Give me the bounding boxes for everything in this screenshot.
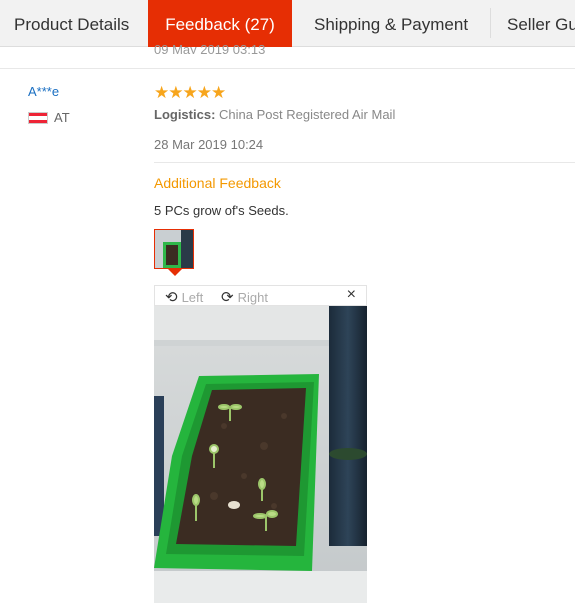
tab-seller-guarantees[interactable]: Seller Gu (507, 0, 575, 46)
feedback-date: 28 Mar 2019 10:24 (154, 137, 264, 152)
additional-feedback-title: Additional Feedback (154, 175, 281, 191)
rotate-right-icon: ⟳ (221, 289, 234, 306)
rotate-right-button[interactable]: ⟳ Right (221, 288, 268, 306)
tab-divider (490, 8, 491, 38)
feedback-photo (154, 306, 367, 603)
logistics-value: China Post Registered Air Mail (219, 107, 396, 122)
reviewer-country: AT (54, 110, 70, 125)
tab-product-details[interactable]: Product Details (14, 0, 129, 46)
rotate-left-button[interactable]: ⟲ Left (165, 288, 203, 306)
rotate-left-label: Left (181, 290, 204, 305)
tab-shipping-payment[interactable]: Shipping & Payment (314, 0, 468, 46)
photo-thumbnail[interactable] (154, 229, 194, 269)
thumbnail-pointer (168, 269, 182, 276)
rating-stars: ★★★★★ (154, 83, 226, 102)
austria-flag-icon (28, 112, 48, 124)
image-viewer-toolbar: ⟲ Left ⟳ Right × (154, 285, 367, 306)
tab-bar: Product Details Feedback (27) Shipping &… (0, 0, 575, 47)
review-divider (0, 68, 575, 69)
feedback-divider (154, 162, 575, 163)
rotate-right-label: Right (237, 290, 268, 305)
rotate-left-icon: ⟲ (165, 289, 178, 306)
close-viewer-button[interactable]: × (347, 286, 356, 304)
reviewer-name[interactable]: A***e (28, 84, 59, 99)
logistics-label: Logistics: (154, 107, 216, 122)
logistics-info: Logistics: China Post Registered Air Mai… (154, 107, 395, 122)
additional-feedback-text: 5 PCs grow of's Seeds. (154, 203, 289, 218)
previous-review-date: 09 May 2019 03:13 (154, 42, 266, 54)
